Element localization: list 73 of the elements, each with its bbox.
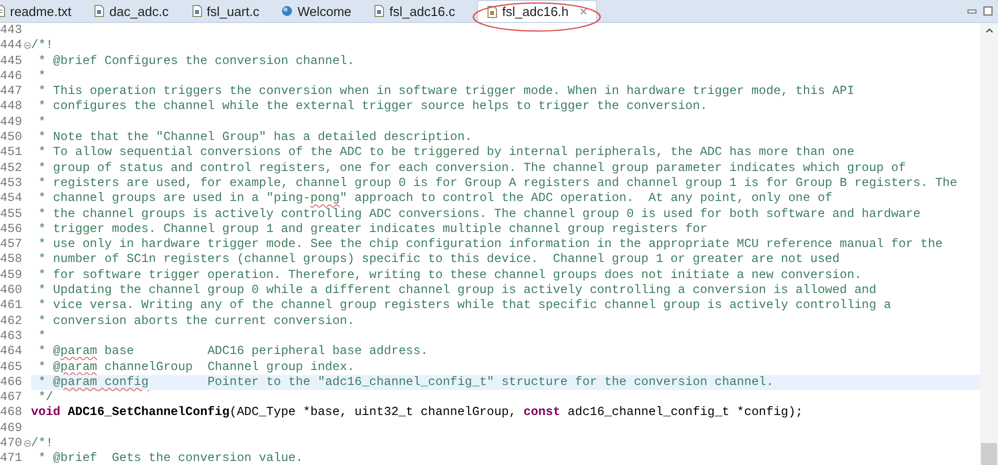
code-line: * To allow sequential conversions of the ADC to be triggered by internal peripherals, the ADC has more than one (37, 145, 854, 160)
line-number: 467 (0, 390, 24, 406)
code-line: * number of SC1n registers (channel groups) specific to this device. Channel group 1 or greater are not used (37, 252, 840, 266)
line-number: 446 (0, 68, 24, 84)
line-number: 443 (0, 23, 24, 38)
code-line: * (37, 68, 46, 83)
line-number: 449 (0, 114, 24, 130)
editor-tab[interactable]: fsl_uart.c (182, 0, 274, 22)
code-line: * @param channelGroup Channel group index. (37, 360, 354, 374)
line-number: 456 (0, 222, 24, 238)
close-icon[interactable] (578, 7, 588, 16)
code-line: * Note that the "Channel Group" has a detailed description. (37, 130, 472, 144)
line-number: 469 (0, 420, 24, 436)
line-number: 458 (0, 252, 24, 268)
file-icon (190, 5, 203, 17)
line-number: 454 (0, 191, 24, 207)
code-line: * @brief Configures the conversion channel. (37, 54, 354, 68)
fold-icon[interactable] (24, 42, 31, 50)
line-number: 447 (0, 84, 24, 100)
code-line: * for software trigger operation. Therefore, writing to these channel groups does not initiate a new conversion. (37, 268, 862, 282)
line-number: 461 (0, 298, 24, 314)
line-number: 462 (0, 314, 24, 329)
code-line: * Updating the channel group 0 while a different channel group is actively controlling a conversion is allowed and (37, 283, 876, 298)
editor-tab[interactable]: dac_adc.c (85, 0, 183, 22)
line-number: 464 (0, 344, 24, 360)
line-number: 457 (0, 237, 24, 252)
line-number: 468 (0, 405, 24, 421)
globe-icon (281, 5, 294, 17)
line-number: 444 (0, 38, 24, 54)
editor-tab[interactable]: readme.txt (0, 0, 86, 22)
line-number: 470 (0, 436, 24, 452)
code-line: * (37, 114, 46, 129)
code-line: * use only in hardware trigger mode. See the chip configuration information in the appropriate MCU reference manual for the (37, 237, 943, 252)
code-line: * @param base ADC16 peripheral base address. (37, 344, 428, 358)
line-number: 471 (0, 451, 24, 465)
line-number: 466 (0, 374, 24, 390)
line-number: 455 (0, 206, 24, 222)
vertical-scrollbar[interactable] (980, 23, 998, 465)
line-number: 459 (0, 268, 24, 284)
editor-tab[interactable]: fsl_adc16.h (477, 0, 597, 22)
file-icon (373, 5, 386, 17)
line-number: 450 (0, 130, 24, 146)
line-number: 452 (0, 160, 24, 176)
scroll-up-icon[interactable] (984, 27, 994, 34)
fold-icon[interactable] (24, 440, 31, 448)
code-line: /*! (31, 436, 54, 450)
scrollbar-thumb[interactable] (981, 443, 997, 465)
file-icon (93, 5, 106, 17)
editor-tab[interactable]: fsl_adc16.c (365, 0, 470, 22)
code-line: * trigger modes. Channel group 1 and greater indicates multiple channel group registers for (37, 222, 708, 236)
line-number: 460 (0, 283, 24, 298)
editor-tab[interactable]: Welcome (273, 0, 366, 22)
code-line: * the channel groups is actively controlling ADC conversions. The channel group 0 is used for both software and hardware (37, 206, 920, 221)
line-number: 445 (0, 54, 24, 69)
code-line: void ADC16_SetChannelConfig(ADC_Type *base, uint32_t channelGroup, const adc16_channel_config_t *config); (31, 405, 803, 420)
code-line: * conversion aborts the current conversion. (37, 314, 354, 328)
line-number: 451 (0, 145, 24, 161)
code-line: * (37, 328, 46, 343)
line-number: 465 (0, 360, 24, 375)
code-line: * configures the channel while the external trigger source helps to trigger the conversion. (37, 99, 708, 114)
code-line: * channel groups are used in a "ping-pong" approach to control the ADC operation. At any point, only one of (37, 191, 832, 206)
code-line: * This operation triggers the conversion when in software trigger mode. When in hardware trigger mode, this API (37, 84, 854, 98)
code-line: * registers are used, for example, channel group 0 is for Group A registers and channel group 1 is for Group B registers. The (37, 176, 958, 190)
code-line: * @brief Gets the conversion value. (37, 451, 303, 465)
code-line: */ (37, 390, 54, 404)
code-line: * vice versa. Writing any of the channel group registers while that specific channel group is actively controlling a (37, 298, 892, 312)
line-number: 463 (0, 328, 24, 344)
code-line: * group of status and control registers, one for each conversion. The channel group parameter indicates which group of (37, 160, 906, 175)
line-number: 448 (0, 99, 24, 115)
code-line: /*! (31, 38, 54, 52)
maximize-icon[interactable] (982, 5, 994, 17)
code-line: * @param config Pointer to the "adc16_channel_config_t" structure for the conversion channel. (37, 374, 774, 389)
line-number: 453 (0, 176, 24, 192)
